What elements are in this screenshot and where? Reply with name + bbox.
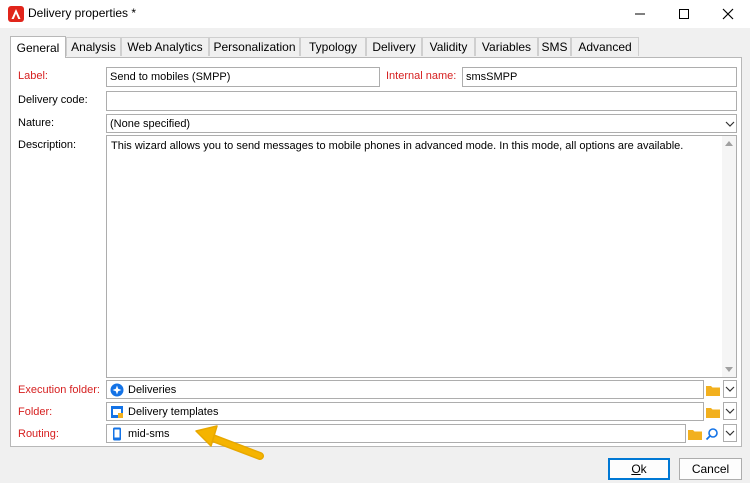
tab-analysis[interactable]: Analysis bbox=[66, 37, 121, 56]
internal-name-label: Internal name: bbox=[386, 70, 457, 82]
label-input[interactable]: Send to mobiles (SMPP) bbox=[106, 67, 380, 87]
folder-icon[interactable] bbox=[688, 428, 702, 440]
internal-name-input[interactable]: smsSMPP bbox=[462, 67, 737, 87]
execution-folder-input[interactable]: Deliveries bbox=[106, 380, 704, 399]
scroll-down-icon[interactable] bbox=[725, 367, 733, 372]
tab-variables[interactable]: Variables bbox=[475, 37, 538, 56]
routing-dropdown-button[interactable] bbox=[723, 424, 737, 442]
nature-select[interactable]: (None specified) bbox=[106, 114, 737, 133]
deliveries-icon bbox=[110, 383, 124, 396]
execution-folder-label: Execution folder: bbox=[18, 384, 100, 396]
tab-bar: General Analysis Web Analytics Personali… bbox=[10, 36, 740, 58]
minimize-button[interactable] bbox=[618, 0, 662, 28]
label-field-label: Label: bbox=[18, 70, 48, 82]
cancel-button[interactable]: Cancel bbox=[679, 458, 742, 480]
search-icon[interactable] bbox=[705, 427, 719, 441]
folder-dropdown-button[interactable] bbox=[723, 402, 737, 420]
mobile-phone-icon bbox=[113, 427, 121, 440]
folder-input[interactable]: Delivery templates bbox=[106, 402, 704, 421]
tab-personalization[interactable]: Personalization bbox=[209, 37, 300, 56]
maximize-button[interactable] bbox=[662, 0, 706, 28]
tab-sms[interactable]: SMS bbox=[538, 37, 571, 56]
tab-delivery[interactable]: Delivery bbox=[366, 37, 422, 56]
delivery-code-label: Delivery code: bbox=[18, 94, 88, 106]
chevron-down-icon bbox=[725, 430, 735, 436]
tab-web-analytics[interactable]: Web Analytics bbox=[121, 37, 209, 56]
scroll-up-icon[interactable] bbox=[725, 141, 733, 146]
delivery-templates-icon bbox=[111, 405, 123, 418]
description-text: This wizard allows you to send messages … bbox=[111, 140, 684, 152]
ok-button[interactable]: Ok bbox=[608, 458, 670, 480]
folder-value: Delivery templates bbox=[128, 405, 219, 418]
folder-label: Folder: bbox=[18, 406, 53, 418]
nature-label: Nature: bbox=[18, 117, 55, 129]
close-icon bbox=[722, 8, 734, 20]
tab-typology[interactable]: Typology bbox=[300, 37, 366, 56]
chevron-down-icon bbox=[725, 121, 735, 127]
chevron-down-icon bbox=[725, 386, 735, 392]
execution-folder-value: Deliveries bbox=[128, 383, 177, 396]
annotation-arrow-icon bbox=[195, 425, 264, 460]
routing-value: mid-sms bbox=[128, 427, 170, 440]
nature-dropdown-button[interactable] bbox=[723, 114, 737, 133]
folder-icon[interactable] bbox=[706, 406, 720, 418]
tab-general[interactable]: General bbox=[10, 36, 66, 58]
description-textarea[interactable]: This wizard allows you to send messages … bbox=[106, 135, 737, 378]
tab-advanced[interactable]: Advanced bbox=[571, 37, 639, 56]
execution-folder-dropdown-button[interactable] bbox=[723, 380, 737, 398]
ok-label-rest: k bbox=[640, 462, 647, 476]
title-bar: Delivery properties * bbox=[0, 0, 750, 28]
close-button[interactable] bbox=[706, 0, 750, 28]
adobe-campaign-icon bbox=[8, 6, 24, 22]
tab-validity[interactable]: Validity bbox=[422, 37, 475, 56]
routing-label: Routing: bbox=[18, 428, 59, 440]
chevron-down-icon bbox=[725, 408, 735, 414]
ok-accelerator: O bbox=[631, 462, 641, 476]
folder-icon[interactable] bbox=[706, 384, 720, 396]
description-scrollbar[interactable] bbox=[722, 136, 736, 377]
delivery-code-input[interactable] bbox=[106, 91, 737, 111]
description-label: Description: bbox=[18, 139, 77, 151]
window-title: Delivery properties * bbox=[28, 6, 137, 20]
